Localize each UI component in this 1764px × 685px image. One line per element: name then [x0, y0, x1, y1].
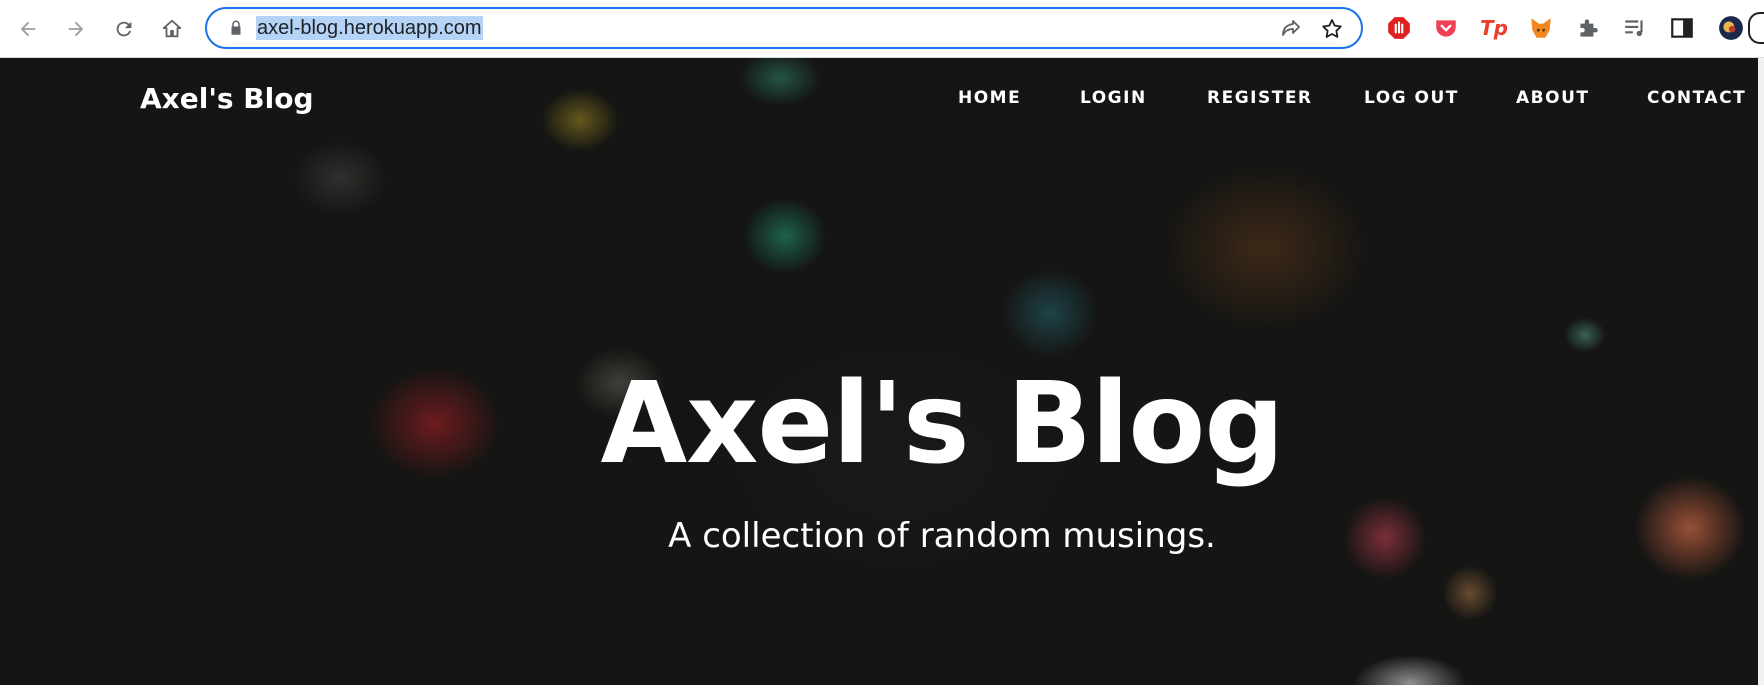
hero-title: Axel's Blog: [600, 359, 1284, 489]
star-icon[interactable]: [1320, 17, 1344, 41]
browser-menu-edge[interactable]: [1748, 12, 1764, 44]
back-button[interactable]: [12, 13, 44, 45]
site-brand[interactable]: Axel's Blog: [140, 82, 314, 115]
nav-about[interactable]: ABOUT: [1516, 88, 1589, 108]
profile-avatar-icon[interactable]: [1716, 13, 1746, 43]
forward-arrow-icon: [68, 21, 84, 37]
scrollbar[interactable]: [1758, 58, 1764, 685]
nav-register[interactable]: REGISTER: [1207, 88, 1313, 108]
reload-button[interactable]: [108, 13, 140, 45]
stop-hand-icon[interactable]: [1384, 13, 1414, 43]
nav-logout[interactable]: LOG OUT: [1364, 88, 1459, 108]
back-arrow-icon: [20, 21, 36, 37]
home-icon: [162, 19, 182, 38]
url-text[interactable]: axel-blog.herokuapp.com: [256, 16, 483, 40]
nav-contact[interactable]: CONTACT: [1647, 88, 1746, 108]
home-button[interactable]: [156, 13, 188, 45]
pocket-icon[interactable]: [1431, 13, 1461, 43]
reload-icon: [116, 21, 132, 37]
address-bar[interactable]: axel-blog.herokuapp.com: [205, 7, 1363, 49]
puzzle-icon[interactable]: [1573, 13, 1603, 43]
forward-button[interactable]: [60, 13, 92, 45]
lock-icon[interactable]: [227, 19, 245, 37]
hero-section: Axel's Blog HOME LOGIN REGISTER LOG OUT …: [0, 58, 1764, 685]
tp-icon[interactable]: Tp: [1479, 13, 1509, 43]
nav-home[interactable]: HOME: [958, 88, 1021, 108]
share-icon[interactable]: [1279, 17, 1303, 41]
media-icon[interactable]: [1620, 13, 1650, 43]
sidepanel-icon[interactable]: [1667, 13, 1697, 43]
nav-login[interactable]: LOGIN: [1080, 88, 1147, 108]
fox-icon[interactable]: [1526, 13, 1556, 43]
tp-label: Tp: [1480, 16, 1508, 40]
hero-subtitle: A collection of random musings.: [668, 516, 1216, 556]
browser-toolbar: axel-blog.herokuapp.com Tp: [0, 0, 1764, 58]
